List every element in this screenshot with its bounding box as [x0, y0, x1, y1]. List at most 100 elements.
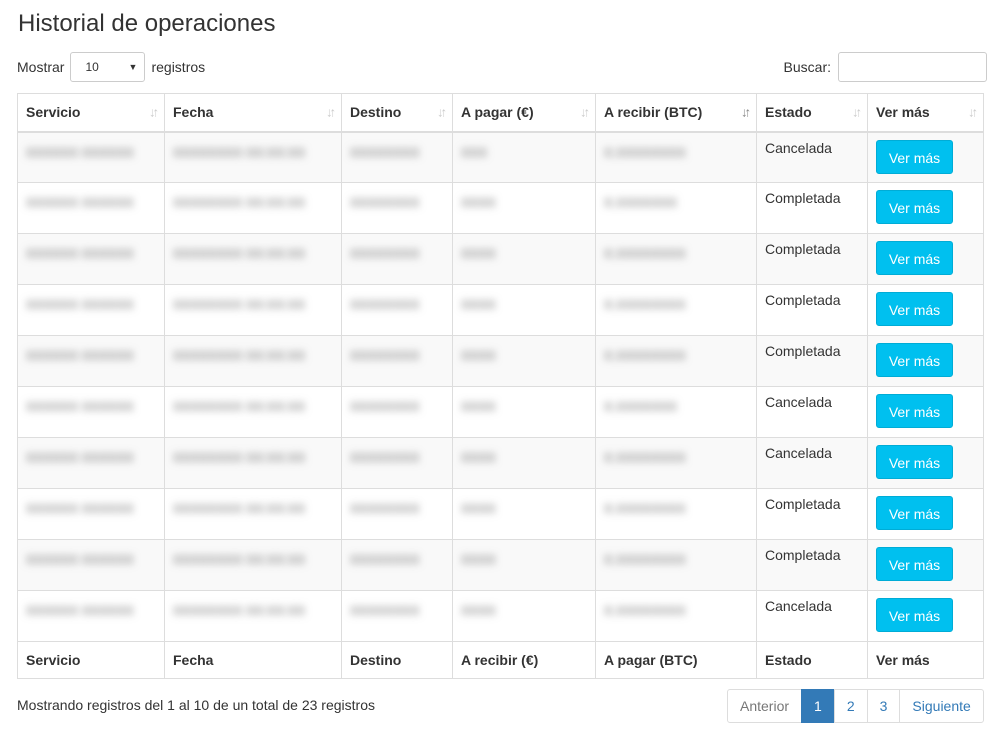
- length-menu: Mostrar 10 ▼ registros: [17, 52, 205, 82]
- column-footer: Ver más: [867, 641, 984, 679]
- cell-servicio: XXXXXX XXXXXX: [17, 182, 165, 234]
- sort-icon: ↓↑: [580, 104, 590, 120]
- redacted-value: X.XXXXXXXX: [604, 144, 686, 160]
- length-prefix: Mostrar: [17, 59, 65, 75]
- table-body: XXXXXX XXXXXX XXXXXXXX XX:XX:XX XXXXXXXX XX…: [17, 131, 984, 642]
- redacted-value: XXXXXXXX XX:XX:XX: [173, 552, 306, 567]
- cell-destino: XXXXXXXX: [341, 590, 453, 642]
- table-row: XXXXXX XXXXXX XXXXXXXX XX:XX:XX XXXXXXXX XX…: [17, 386, 984, 438]
- redacted-value: XXXXXXXX: [350, 450, 420, 465]
- column-header[interactable]: A recibir (BTC) ↓↑: [595, 93, 757, 133]
- cell-destino: XXXXXXXX: [341, 182, 453, 234]
- column-header-label: A pagar (€): [461, 104, 534, 121]
- column-header[interactable]: Fecha ↓↑: [164, 93, 342, 133]
- table-row: XXXXXX XXXXXX XXXXXXXX XX:XX:XX XXXXXXXX XX…: [17, 233, 984, 285]
- cell-pagar: XXXX: [452, 386, 596, 438]
- page-1-button[interactable]: 1: [801, 689, 835, 723]
- redacted-value: X.XXXXXXXX: [604, 501, 686, 516]
- cell-servicio: XXXXXX XXXXXX: [17, 284, 165, 336]
- operations-table: Servicio ↓↑ Fecha ↓↑ Destino ↓↑ A pagar (€) ↓↑ A…: [17, 93, 984, 679]
- length-select[interactable]: 10 ▼: [70, 52, 146, 82]
- prev-page-button[interactable]: Anterior: [727, 689, 803, 723]
- cell-destino: XXXXXXXX: [341, 539, 453, 591]
- column-header[interactable]: Ver más ↓↑: [867, 93, 984, 133]
- redacted-value: XXXXXX XXXXXX: [26, 144, 134, 160]
- cell-estado: Completada: [756, 182, 868, 234]
- column-header[interactable]: Estado ↓↑: [756, 93, 868, 133]
- length-suffix: registros: [151, 59, 206, 75]
- redacted-value: X.XXXXXXX: [604, 195, 677, 210]
- cell-servicio: XXXXXX XXXXXX: [17, 233, 165, 285]
- redacted-value: XXXXXXXX XX:XX:XX: [173, 501, 306, 516]
- cell-estado: Cancelada: [756, 590, 868, 642]
- page-title: Historial de operaciones: [18, 10, 276, 37]
- pagination: Anterior 1 2 3 Siguiente: [727, 689, 984, 723]
- column-header[interactable]: Servicio ↓↑: [17, 93, 165, 133]
- cell-recibir: X.XXXXXXXX: [595, 437, 757, 489]
- column-header[interactable]: Destino ↓↑: [341, 93, 453, 133]
- next-page-button[interactable]: Siguiente: [899, 689, 984, 723]
- cell-recibir: X.XXXXXXX: [595, 386, 757, 438]
- column-header[interactable]: A pagar (€) ↓↑: [452, 93, 596, 133]
- search-input[interactable]: [838, 52, 987, 82]
- cell-servicio: XXXXXX XXXXXX: [17, 488, 165, 540]
- table-row: XXXXXX XXXXXX XXXXXXXX XX:XX:XX XXXXXXXX XX…: [17, 335, 984, 387]
- redacted-value: XXXX: [461, 246, 496, 261]
- cell-ver-mas: Ver más: [867, 233, 984, 285]
- redacted-value: XXXXXXXX: [350, 348, 420, 363]
- column-header-label: Fecha: [173, 104, 214, 121]
- cell-fecha: XXXXXXXX XX:XX:XX: [164, 386, 342, 438]
- ver-mas-button[interactable]: Ver más: [876, 139, 953, 174]
- redacted-value: XXXX: [461, 552, 496, 567]
- ver-mas-button[interactable]: Ver más: [876, 241, 953, 275]
- ver-mas-button[interactable]: Ver más: [876, 547, 953, 581]
- cell-fecha: XXXXXXXX XX:XX:XX: [164, 488, 342, 540]
- cell-estado: Completada: [756, 233, 868, 285]
- column-footer: Destino: [341, 641, 453, 679]
- page-2-button[interactable]: 2: [833, 689, 868, 723]
- cell-recibir: X.XXXXXXXX: [595, 284, 757, 336]
- cell-fecha: XXXXXXXX XX:XX:XX: [164, 233, 342, 285]
- cell-recibir: X.XXXXXXXX: [595, 335, 757, 387]
- caret-down-icon: ▼: [128, 62, 138, 72]
- ver-mas-button[interactable]: Ver más: [876, 394, 953, 428]
- redacted-value: XXXX: [461, 603, 496, 618]
- ver-mas-button[interactable]: Ver más: [876, 343, 953, 377]
- redacted-value: XXXXXXXX XX:XX:XX: [173, 348, 306, 363]
- redacted-value: XXXXXXXX: [350, 195, 420, 210]
- redacted-value: XXXXXXXX: [350, 552, 420, 567]
- cell-servicio: XXXXXX XXXXXX: [17, 437, 165, 489]
- table-row: XXXXXX XXXXXX XXXXXXXX XX:XX:XX XXXXXXXX XX…: [17, 284, 984, 336]
- cell-servicio: XXXXXX XXXXXX: [17, 131, 165, 183]
- column-header-label: Servicio: [26, 104, 81, 121]
- cell-estado: Completada: [756, 335, 868, 387]
- cell-recibir: X.XXXXXXXX: [595, 539, 757, 591]
- redacted-value: X.XXXXXXXX: [604, 297, 686, 312]
- table-header-row: Servicio ↓↑ Fecha ↓↑ Destino ↓↑ A pagar (€) ↓↑ A…: [17, 93, 984, 133]
- redacted-value: X.XXXXXXXX: [604, 450, 686, 465]
- ver-mas-button[interactable]: Ver más: [876, 190, 953, 224]
- page-3-button[interactable]: 3: [866, 689, 901, 723]
- cell-fecha: XXXXXXXX XX:XX:XX: [164, 284, 342, 336]
- ver-mas-button[interactable]: Ver más: [876, 292, 953, 326]
- cell-estado: Cancelada: [756, 437, 868, 489]
- ver-mas-button[interactable]: Ver más: [876, 496, 953, 530]
- cell-estado: Completada: [756, 539, 868, 591]
- column-footer: A recibir (€): [452, 641, 596, 679]
- redacted-value: XXXX: [461, 195, 496, 210]
- cell-fecha: XXXXXXXX XX:XX:XX: [164, 437, 342, 489]
- redacted-value: XXXXXX XXXXXX: [26, 501, 134, 516]
- cell-destino: XXXXXXXX: [341, 386, 453, 438]
- cell-pagar: XXXX: [452, 335, 596, 387]
- cell-fecha: XXXXXXXX XX:XX:XX: [164, 590, 342, 642]
- cell-destino: XXXXXXXX: [341, 284, 453, 336]
- ver-mas-button[interactable]: Ver más: [876, 445, 953, 479]
- cell-destino: XXXXXXXX: [341, 131, 453, 183]
- ver-mas-button[interactable]: Ver más: [876, 598, 953, 632]
- redacted-value: XXXXXX XXXXXX: [26, 450, 134, 465]
- redacted-value: XXXX: [461, 501, 496, 516]
- cell-ver-mas: Ver más: [867, 590, 984, 642]
- column-footer: Servicio: [17, 641, 165, 679]
- cell-servicio: XXXXXX XXXXXX: [17, 590, 165, 642]
- redacted-value: XXXXXX XXXXXX: [26, 603, 134, 618]
